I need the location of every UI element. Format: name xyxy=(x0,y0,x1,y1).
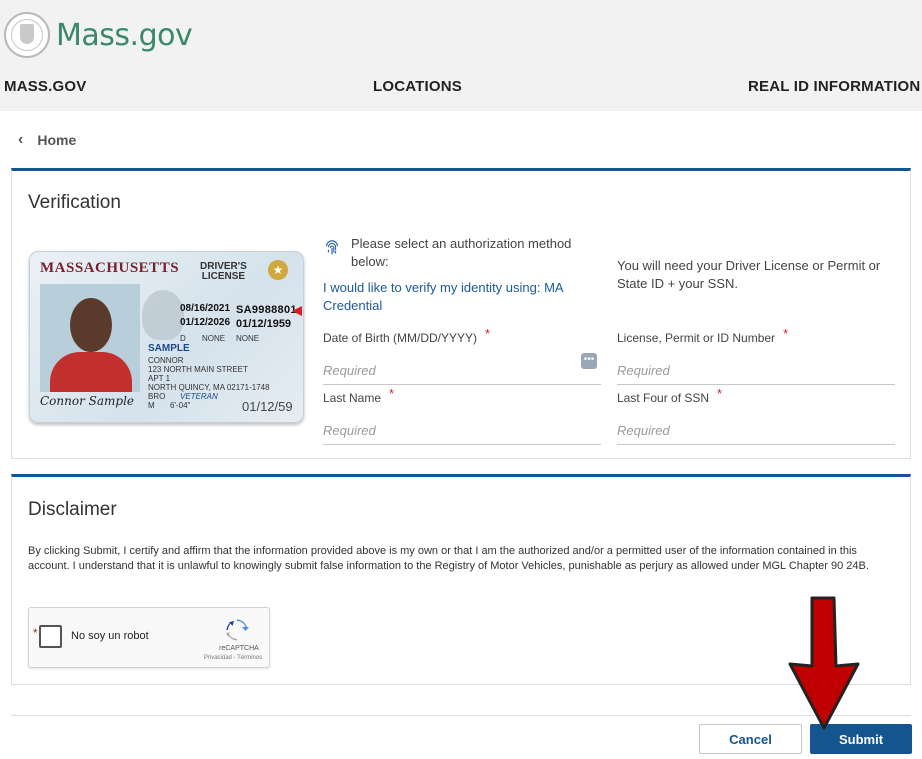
auth-prompt-text: Please select an authorization method be… xyxy=(351,236,572,269)
license-id-number: SA9988801 xyxy=(236,304,297,316)
nav-mass-gov[interactable]: MASS.GOV xyxy=(4,78,86,95)
license-number-input[interactable] xyxy=(617,357,895,385)
last-name-field: Last Name * xyxy=(323,386,601,445)
recaptcha-widget: * No soy un robot reCAPTCHA Privacidad -… xyxy=(28,607,270,668)
license-veteran: VETERAN xyxy=(180,392,218,401)
disclaimer-card: Disclaimer By clicking Submit, I certify… xyxy=(11,474,911,685)
chevron-left-icon: ‹ xyxy=(18,131,24,148)
ssn-input[interactable] xyxy=(617,417,895,445)
requirement-note: You will need your Driver License or Per… xyxy=(617,258,881,291)
ssn-field: Last Four of SSN * xyxy=(617,386,895,445)
ssn-label: Last Four of SSN xyxy=(617,391,710,405)
license-class: D xyxy=(180,334,186,343)
site-header: Mass.gov MASS.GOV LOCATIONS REAL ID INFO… xyxy=(0,0,922,111)
license-seal-watermark xyxy=(142,290,184,340)
real-id-star-icon: ★ xyxy=(268,260,288,280)
license-rest: NONE xyxy=(202,334,226,343)
license-number-label: License, Permit or ID Number xyxy=(617,331,776,345)
dob-field: Date of Birth (MM/DD/YYYY) * ••• xyxy=(323,326,601,385)
auth-method-ma-credential[interactable]: I would like to verify my identity using… xyxy=(323,279,583,315)
license-eyes: BRO xyxy=(148,392,166,401)
license-dob: 01/12/1959 xyxy=(236,318,292,330)
nav-locations[interactable]: LOCATIONS xyxy=(373,78,462,95)
footer-divider xyxy=(11,715,911,716)
recaptcha-links[interactable]: Privacidad - Términos xyxy=(195,655,271,661)
license-type: DRIVER'S LICENSE xyxy=(200,262,247,282)
brand-text: Mass.gov xyxy=(56,17,193,53)
license-address-2: APT 1 xyxy=(148,374,171,383)
last-name-input[interactable] xyxy=(323,417,601,445)
mass-gov-logo[interactable]: Mass.gov xyxy=(4,12,193,58)
required-asterisk: * xyxy=(389,386,395,401)
license-sex: M xyxy=(148,401,155,410)
license-dob-small: 01/12/59 xyxy=(242,399,293,414)
dob-label: Date of Birth (MM/DD/YYYY) xyxy=(323,331,478,345)
license-end: NONE xyxy=(236,334,260,343)
fingerprint-icon xyxy=(326,240,338,255)
nav-real-id-information[interactable]: REAL ID INFORMATION xyxy=(748,78,920,95)
license-signature: Connor Sample xyxy=(40,394,135,408)
red-pointer-icon xyxy=(292,306,302,316)
recaptcha-checkbox[interactable] xyxy=(39,625,62,648)
last-name-label: Last Name xyxy=(323,391,382,405)
license-iss-date: 08/16/2021 xyxy=(180,303,231,314)
license-type-line2: LICENSE xyxy=(201,271,246,282)
license-address-3: NORTH QUINCY, MA 02171-1748 xyxy=(148,383,270,392)
state-seal-icon xyxy=(4,12,50,58)
recaptcha-logo-icon xyxy=(226,619,249,641)
verification-card: Verification MASSACHUSETTS DRIVER'S LICE… xyxy=(11,168,911,459)
calendar-icon[interactable]: ••• xyxy=(581,353,597,369)
breadcrumb-home[interactable]: Home xyxy=(37,132,76,148)
required-asterisk: * xyxy=(485,326,491,341)
required-asterisk: * xyxy=(717,386,723,401)
license-number-field: License, Permit or ID Number * xyxy=(617,326,895,385)
disclaimer-text: By clicking Submit, I certify and affirm… xyxy=(28,545,869,572)
license-state: MASSACHUSETTS xyxy=(40,260,180,276)
license-first-name: CONNOR xyxy=(148,356,184,365)
recaptcha-brand: reCAPTCHA xyxy=(219,645,259,652)
license-last-name: SAMPLE xyxy=(148,343,190,354)
dob-input[interactable] xyxy=(323,357,601,385)
red-arrow-annotation-icon xyxy=(788,596,860,730)
required-asterisk: * xyxy=(783,326,789,341)
license-height: 6'-04" xyxy=(170,401,191,410)
recaptcha-label: No soy un robot xyxy=(71,630,149,642)
auth-prompt: Please select an authorization method be… xyxy=(323,235,581,271)
license-address-1: 123 NORTH MAIN STREET xyxy=(148,365,248,374)
required-asterisk: * xyxy=(33,626,38,640)
disclaimer-title: Disclaimer xyxy=(28,499,117,520)
verification-title: Verification xyxy=(28,192,121,213)
breadcrumb[interactable]: ‹ Home xyxy=(18,131,76,149)
license-exp-date: 01/12/2026 xyxy=(180,317,231,328)
license-photo xyxy=(40,284,140,392)
license-sample-image: MASSACHUSETTS DRIVER'S LICENSE ★ 08/16/2… xyxy=(29,251,304,423)
